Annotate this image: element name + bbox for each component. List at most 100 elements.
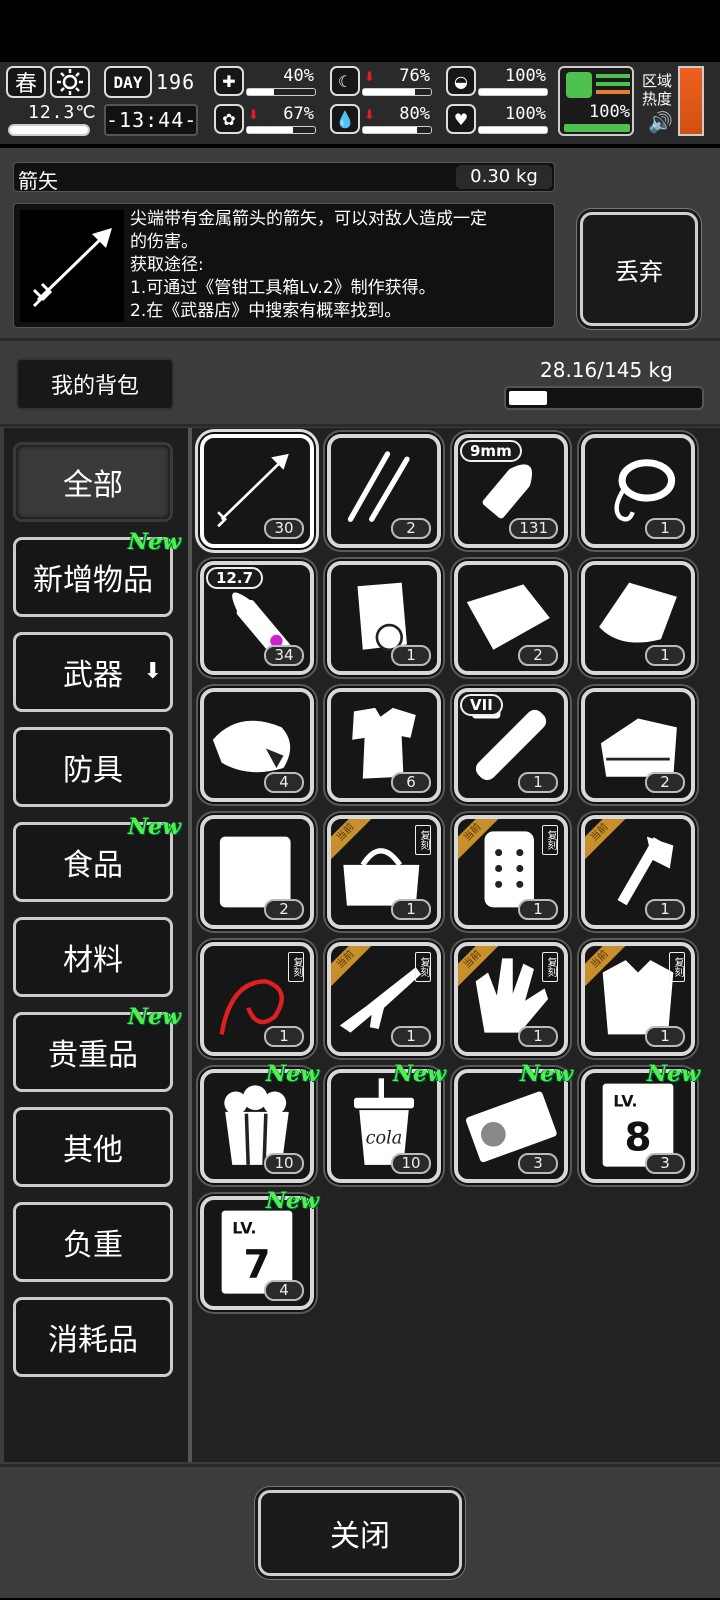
replica-badge: 复刻 [288,952,304,982]
discard-button[interactable]: 丢弃 [580,212,698,326]
day-number: 196 [156,70,196,94]
temperature: 12.3℃ [28,102,97,123]
close-label: 关闭 [330,1519,390,1554]
sun-icon [50,66,90,98]
item-count: 2 [518,645,558,666]
item-count: 1 [391,645,431,666]
stamina-bar [564,124,630,132]
day-badge: DAY [104,66,152,98]
item-count: 1 [391,1026,431,1047]
water-drop-icon: 💧 [330,104,360,134]
category-tab[interactable]: 其他 [13,1107,173,1187]
divider [0,424,720,427]
stat-bar [478,126,548,134]
category-label: 全部 [63,468,123,503]
svg-text:8: 8 [624,1116,651,1161]
new-badge: New [520,1061,574,1087]
stat-bar [246,88,316,96]
arrow-icon [32,228,112,308]
replica-badge: 复刻 [542,825,558,855]
category-tab[interactable]: 全部 [13,442,173,522]
category-tab[interactable]: 负重 [13,1202,173,1282]
inventory-slot[interactable]: 当前 复刻 1 [581,942,695,1056]
item-preview [20,210,124,322]
item-count: 131 [509,518,558,539]
item-count: 10 [264,1153,304,1174]
stat-pct: 76% [399,66,430,86]
item-count: 1 [518,899,558,920]
item-count: 34 [264,645,304,666]
season-label: 春 [14,72,37,97]
inventory-slot[interactable]: 当前 复刻 1 [454,942,568,1056]
new-badge: New [266,1061,320,1087]
item-count: 30 [264,518,304,539]
inventory-slot[interactable]: 1 [581,434,695,548]
item-count: 1 [645,899,685,920]
inventory-slot[interactable]: 1 [327,561,441,675]
thermometer-icon [8,124,90,136]
clock: -13:44- [106,108,198,132]
inventory-slot[interactable]: 9mm 131 [454,434,568,548]
item-weight: 0.30 kg [456,165,552,189]
desc-line: 尖端带有金属箭头的箭矢，可以对敌人造成一定 [130,209,487,229]
stat-pct: 67% [283,104,314,124]
stat-bar [362,126,432,134]
category-tab[interactable]: 材料 [13,917,173,997]
category-label: 食品 [63,848,123,883]
category-tab[interactable]: 武器 ⬇ [13,632,173,712]
inventory-slot[interactable]: 4 [200,688,314,802]
stat-pct: 80% [399,104,430,124]
inventory-slot[interactable]: 30 [200,434,314,548]
inventory-slot[interactable]: 2 [581,688,695,802]
new-badge: New [128,529,182,555]
inventory-slot[interactable]: 当前 复刻 1 [454,815,568,929]
category-label: 新增物品 [33,563,153,598]
status-hud: 春 12.3℃ DAY 196 -13:44- ✚ 40% ☾ ⬇ 76% ◒ 100% ✿ ⬇… [0,62,720,144]
heart-icon: ♥ [446,104,476,134]
replica-badge: 复刻 [669,952,685,982]
item-count: 4 [264,772,304,793]
discard-label: 丢弃 [615,257,663,286]
replica-badge: 复刻 [415,825,431,855]
stat-pct: 100% [505,66,546,86]
inventory-slot[interactable]: VII 1 [454,688,568,802]
inventory-slot[interactable]: 当前 1 [581,815,695,929]
close-button[interactable]: 关闭 [258,1490,462,1576]
category-label: 负重 [63,1228,123,1263]
new-badge: New [128,814,182,840]
inventory-slot[interactable]: 1 [581,561,695,675]
inventory-slot[interactable]: 2 [327,434,441,548]
stat-bar [478,88,548,96]
item-count: 1 [518,1026,558,1047]
category-label: 其他 [63,1133,123,1168]
speaker-icon[interactable]: 🔊 [648,110,673,134]
inventory-slot[interactable]: 2 [200,815,314,929]
svg-text:LV.: LV. [232,1219,256,1238]
inventory-slot[interactable]: 2 [454,561,568,675]
item-description: 尖端带有金属箭头的箭矢，可以对敌人造成一定 的伤害。 获取途径: 1.可通过《管… [130,208,550,323]
category-label: 防具 [63,753,123,788]
inventory-slot[interactable]: 6 [327,688,441,802]
inventory-slot[interactable]: 12.7 34 [200,561,314,675]
category-tab[interactable]: 消耗品 [13,1297,173,1377]
item-count: 3 [518,1153,558,1174]
item-tag: VII [460,694,503,716]
inventory-slot[interactable]: 当前 复刻 1 [327,942,441,1056]
item-count: 1 [391,899,431,920]
medkit-icon: ✚ [214,66,244,96]
boot-icon [566,72,592,98]
item-count: 1 [645,645,685,666]
bag-title-label: 我的背包 [50,374,139,399]
area-heat-gauge [678,66,704,136]
new-badge: New [393,1061,447,1087]
stamina-pct: 100% [589,102,630,122]
stomach-icon: ☾ [330,66,360,96]
inventory-slot[interactable]: 复刻 1 [200,942,314,1056]
category-label: 材料 [63,943,123,978]
category-label: 武器 [63,658,123,693]
inventory-slot[interactable]: 当前 复刻 1 [327,815,441,929]
category-tab[interactable]: 防具 [13,727,173,807]
new-badge: New [266,1188,320,1214]
item-name-bar: 箭矢 0.30 kg [13,162,555,193]
area-heat-label-2: 热度 [642,90,673,108]
